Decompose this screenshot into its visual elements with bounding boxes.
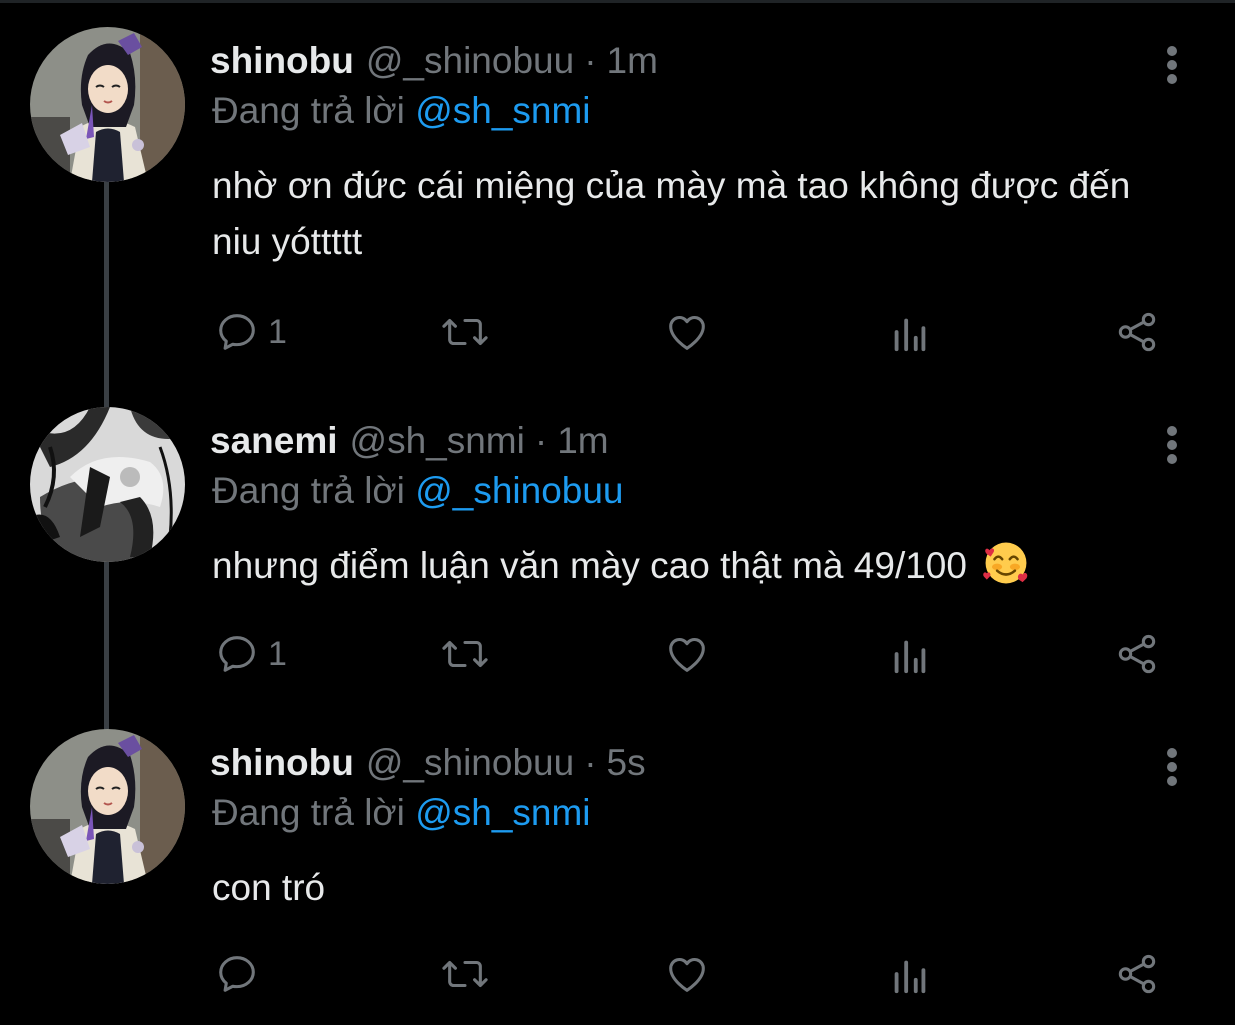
timestamp[interactable]: 1m: [557, 420, 608, 462]
mention-link[interactable]: @sh_snmi: [415, 792, 590, 833]
top-divider: [0, 0, 1235, 3]
retweet-button[interactable]: [440, 944, 490, 1004]
shinobu-avatar-icon: [30, 729, 185, 884]
tweet-3[interactable]: shinobu @_shinobuu · 5s Đang trả lời @sh…: [0, 729, 1235, 1012]
display-name[interactable]: shinobu: [210, 40, 354, 82]
like-button[interactable]: [664, 302, 710, 362]
user-handle[interactable]: @_shinobuu: [366, 742, 574, 784]
analytics-icon: [894, 318, 926, 352]
share-button[interactable]: [1114, 624, 1160, 684]
timestamp[interactable]: 1m: [607, 40, 658, 82]
timestamp[interactable]: 5s: [607, 742, 646, 784]
tweet-header: shinobu @_shinobuu · 5s: [210, 742, 646, 792]
shinobu-avatar-icon: [30, 27, 185, 182]
reply-count: 1: [268, 634, 287, 673]
tweet-text: con tró: [212, 867, 326, 908]
smiling-face-with-hearts-icon: [983, 542, 1028, 584]
share-icon: [1118, 634, 1156, 674]
tweet-text: nhưng điểm luận văn mày cao thật mà 49/1…: [212, 545, 967, 586]
like-button[interactable]: [664, 624, 710, 684]
tweet-header: shinobu @_shinobuu · 1m: [210, 40, 658, 90]
share-icon: [1118, 312, 1156, 352]
mention-link[interactable]: @_shinobuu: [415, 470, 623, 511]
reply-count: 1: [268, 312, 287, 351]
reply-icon: [219, 314, 255, 350]
user-handle[interactable]: @sh_snmi: [350, 420, 525, 462]
reply-button[interactable]: [214, 944, 268, 1004]
replying-prefix: Đang trả lời: [212, 792, 405, 833]
tweet-text-wrapper: nhưng điểm luận văn mày cao thật mà 49/1…: [212, 538, 1172, 594]
retweet-icon: [442, 960, 488, 988]
replying-to: Đang trả lời @sh_snmi: [212, 90, 591, 132]
reply-icon: [219, 636, 255, 672]
analytics-button[interactable]: [890, 944, 930, 1004]
reply-button[interactable]: 1: [214, 624, 287, 684]
mention-link[interactable]: @sh_snmi: [415, 90, 590, 131]
action-bar: [200, 944, 1190, 1004]
replying-prefix: Đang trả lời: [212, 90, 405, 131]
sanemi-avatar-icon: [30, 407, 185, 562]
user-handle[interactable]: @_shinobuu: [366, 40, 574, 82]
replying-to: Đang trả lời @sh_snmi: [212, 792, 591, 834]
analytics-button[interactable]: [890, 302, 930, 362]
separator-dot: ·: [534, 420, 548, 461]
avatar[interactable]: [30, 27, 185, 182]
like-icon: [669, 957, 705, 992]
analytics-icon: [894, 640, 926, 674]
reply-button[interactable]: 1: [214, 302, 287, 362]
retweet-icon: [442, 640, 488, 668]
separator-dot: ·: [584, 40, 597, 81]
replying-prefix: Đang trả lời: [212, 470, 405, 511]
avatar[interactable]: [30, 407, 185, 562]
tweet-text: nhờ ơn đức cái miệng của mày mà tao khôn…: [212, 165, 1131, 262]
analytics-icon: [894, 960, 926, 994]
more-options-icon[interactable]: [1160, 742, 1184, 792]
like-icon: [669, 315, 705, 350]
share-button[interactable]: [1114, 944, 1160, 1004]
display-name[interactable]: sanemi: [210, 420, 338, 462]
retweet-icon: [442, 318, 488, 346]
more-options-icon[interactable]: [1160, 420, 1184, 470]
separator-dot: ·: [584, 742, 597, 783]
analytics-button[interactable]: [890, 624, 930, 684]
tweet-2[interactable]: sanemi @sh_snmi · 1m Đang trả lời @_shin…: [0, 407, 1235, 710]
share-button[interactable]: [1114, 302, 1160, 362]
more-options-icon[interactable]: [1160, 40, 1184, 90]
like-button[interactable]: [664, 944, 710, 1004]
retweet-button[interactable]: [440, 302, 490, 362]
reply-icon: [219, 956, 255, 992]
avatar[interactable]: [30, 729, 185, 884]
tweet-1[interactable]: shinobu @_shinobuu · 1m Đang trả lời @sh…: [0, 27, 1235, 370]
share-icon: [1118, 954, 1156, 994]
tweet-header: sanemi @sh_snmi · 1m: [210, 420, 609, 470]
replying-to: Đang trả lời @_shinobuu: [212, 470, 624, 512]
action-bar: 1: [200, 302, 1190, 362]
action-bar: 1: [200, 624, 1190, 684]
display-name[interactable]: shinobu: [210, 742, 354, 784]
retweet-button[interactable]: [440, 624, 490, 684]
like-icon: [669, 637, 705, 672]
